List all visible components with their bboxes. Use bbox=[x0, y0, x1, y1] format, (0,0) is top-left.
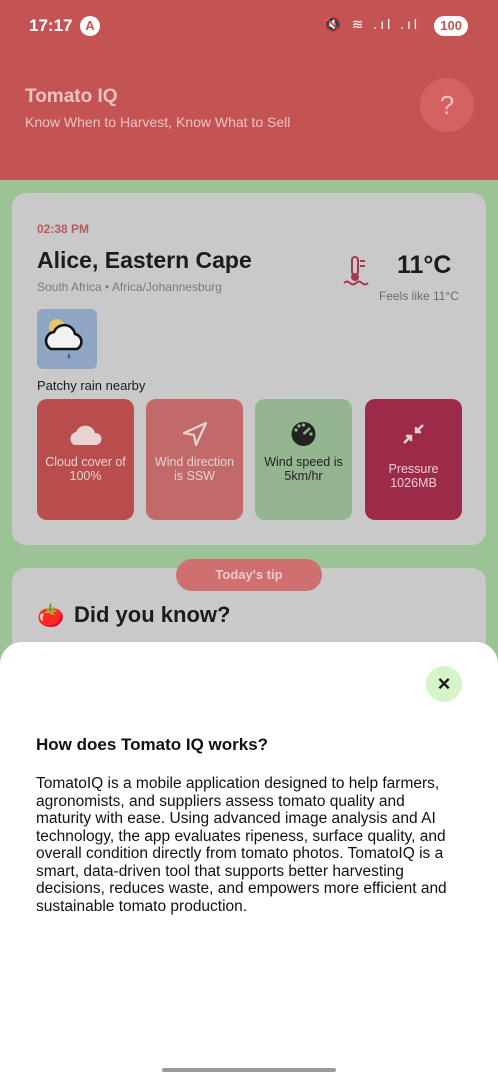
tip-title: Did you know? bbox=[74, 602, 231, 627]
weather-city: Alice, Eastern Cape bbox=[37, 247, 252, 273]
sheet-body-text: TomatoIQ is a mobile application designe… bbox=[36, 775, 447, 915]
wind-speed-label: Wind speed is 5km/hr bbox=[264, 455, 343, 483]
wind-speed-tile: Wind speed is 5km/hr bbox=[255, 399, 352, 520]
weather-feels-like: Feels like 11°C bbox=[379, 289, 459, 303]
weather-temperature: 11°C bbox=[397, 251, 452, 279]
status-time: 17:17 bbox=[29, 16, 73, 35]
app-subtitle: Know When to Harvest, Know What to Sell bbox=[25, 114, 291, 130]
patchy-rain-icon bbox=[37, 309, 97, 369]
todays-tip-pill: Today's tip bbox=[176, 559, 322, 591]
wind-direction-label: Wind direction is SSW bbox=[154, 455, 235, 483]
weather-country: South Africa • Africa/Johannesburg bbox=[37, 280, 222, 294]
status-icons: 🔇 ≋ .ıl .ıl bbox=[324, 16, 420, 32]
close-button[interactable]: × bbox=[426, 666, 462, 702]
weather-time: 02:38 PM bbox=[37, 222, 90, 236]
pressure-tile: Pressure 1026MB bbox=[365, 399, 462, 520]
help-button[interactable]: ? bbox=[420, 78, 474, 132]
speedometer-icon bbox=[291, 422, 316, 446]
home-indicator[interactable] bbox=[162, 1068, 336, 1072]
thermometer-icon bbox=[343, 256, 369, 286]
sheet-title: How does Tomato IQ works? bbox=[36, 735, 269, 754]
status-bar: 17:17 A 🔇 ≋ .ıl .ıl 100 bbox=[0, 0, 498, 52]
header-bar: 17:17 A 🔇 ≋ .ıl .ıl 100 Tomato IQ Know W… bbox=[0, 0, 498, 180]
cloud-cover-label: Cloud cover of 100% bbox=[45, 455, 126, 483]
pressure-label: Pressure 1026MB bbox=[388, 462, 439, 490]
info-bottom-sheet: × How does Tomato IQ works? TomatoIQ is … bbox=[0, 642, 498, 1080]
battery-indicator: 100 bbox=[434, 16, 468, 36]
navigation-arrow-icon bbox=[182, 421, 208, 447]
cloud-cover-tile: Cloud cover of 100% bbox=[37, 399, 134, 520]
status-indicator-icon: A bbox=[80, 16, 100, 36]
weather-card: 02:38 PM Alice, Eastern Cape South Afric… bbox=[12, 193, 486, 545]
wind-direction-tile: Wind direction is SSW bbox=[146, 399, 243, 520]
compress-arrows-icon bbox=[403, 424, 424, 444]
cloud-icon bbox=[70, 425, 102, 445]
tomato-icon: 🍅 bbox=[37, 603, 65, 628]
weather-condition: Patchy rain nearby bbox=[37, 378, 146, 393]
app-title: Tomato IQ bbox=[25, 86, 118, 107]
